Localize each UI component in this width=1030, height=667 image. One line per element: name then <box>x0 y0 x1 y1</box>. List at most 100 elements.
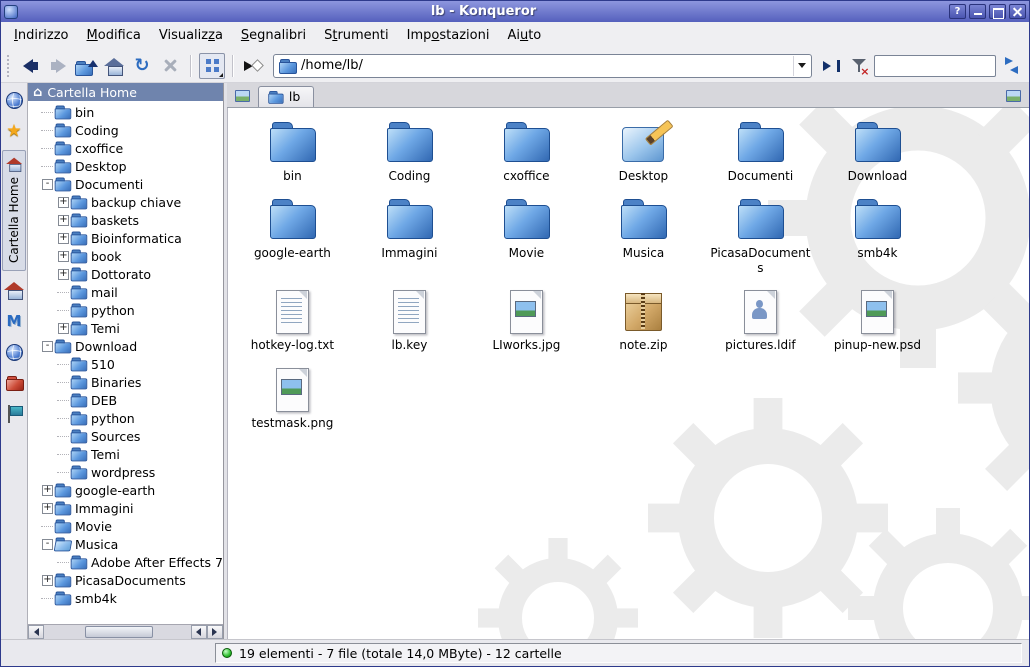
window-menu-icon[interactable] <box>4 5 18 19</box>
toolbar-handle[interactable] <box>7 55 11 77</box>
tree-expander[interactable] <box>57 412 70 424</box>
tree-item[interactable]: Bioinformatica <box>28 229 223 247</box>
file-item[interactable]: Coding <box>351 120 468 183</box>
file-item[interactable]: pictures.ldif <box>702 289 819 352</box>
tree-item[interactable]: baskets <box>28 211 223 229</box>
tree-expander[interactable] <box>41 592 54 604</box>
file-item[interactable]: LIworks.jpg <box>468 289 585 352</box>
tree-item[interactable]: Documenti <box>28 175 223 193</box>
forward-button[interactable] <box>45 53 71 79</box>
scroll-left-button[interactable] <box>28 625 44 639</box>
tree-item[interactable]: python <box>28 409 223 427</box>
tree-item[interactable]: Immagini <box>28 499 223 517</box>
menu-item[interactable]: Visualizza <box>150 24 232 47</box>
tree-item[interactable]: Coding <box>28 121 223 139</box>
tree-expander[interactable] <box>41 160 54 172</box>
up-button[interactable] <box>73 53 99 79</box>
tree-expander[interactable] <box>57 250 70 262</box>
location-bar[interactable] <box>273 54 812 78</box>
file-item[interactable]: pinup-new.psd <box>819 289 936 352</box>
scrollbar-thumb[interactable] <box>85 626 153 638</box>
sidebar-services-button[interactable] <box>2 402 26 426</box>
tree-item[interactable]: Musica <box>28 535 223 553</box>
tree-expander[interactable] <box>41 106 54 118</box>
file-item[interactable]: Documenti <box>702 120 819 183</box>
tree-item[interactable]: Dottorato <box>28 265 223 283</box>
sidebar-tab-home-folder[interactable]: Cartella Home <box>2 150 26 271</box>
file-item[interactable]: Immagini <box>351 197 468 275</box>
tree-item[interactable]: bin <box>28 103 223 121</box>
tree-item[interactable]: book <box>28 247 223 265</box>
tree-item[interactable]: backup chiave <box>28 193 223 211</box>
file-item[interactable]: testmask.png <box>234 367 351 430</box>
tree-expander[interactable] <box>57 196 70 208</box>
tree-expander[interactable] <box>57 304 70 316</box>
tree-root-item[interactable]: ⌂ Cartella Home <box>28 83 223 101</box>
tree-expander[interactable] <box>57 376 70 388</box>
tree-item[interactable]: cxoffice <box>28 139 223 157</box>
scrollbar-track[interactable] <box>44 625 191 639</box>
back-button[interactable] <box>17 53 43 79</box>
menu-item[interactable]: Aiuto <box>498 24 550 47</box>
tree-expander[interactable] <box>41 142 54 154</box>
sidebar-network-button[interactable] <box>2 340 26 364</box>
file-item[interactable]: hotkey-log.txt <box>234 289 351 352</box>
tree-item[interactable]: Temi <box>28 319 223 337</box>
tree-expander[interactable] <box>57 466 70 478</box>
tree-item[interactable]: Temi <box>28 445 223 463</box>
tree-item[interactable]: Download <box>28 337 223 355</box>
stop-button[interactable] <box>157 53 183 79</box>
tree-item[interactable]: Sources <box>28 427 223 445</box>
minimize-button[interactable] <box>969 4 986 19</box>
scroll-left-button[interactable] <box>191 625 207 639</box>
tree-expander[interactable] <box>41 502 54 514</box>
menu-item[interactable]: Segnalibri <box>232 24 315 47</box>
tree-item[interactable]: PicasaDocuments <box>28 571 223 589</box>
help-button[interactable]: ? <box>949 4 966 19</box>
file-item[interactable]: Download <box>819 120 936 183</box>
menu-item[interactable]: Impostazioni <box>398 24 499 47</box>
search-input[interactable] <box>874 55 996 77</box>
location-input[interactable] <box>301 56 788 76</box>
close-button[interactable] <box>1009 4 1026 19</box>
tree-expander[interactable] <box>57 268 70 280</box>
tree-expander[interactable] <box>57 430 70 442</box>
tree-expander[interactable] <box>41 574 54 586</box>
menu-item[interactable]: Modifica <box>78 24 150 47</box>
clear-filter-button[interactable]: × <box>846 53 872 79</box>
file-item[interactable]: Movie <box>468 197 585 275</box>
tree-item[interactable]: Desktop <box>28 157 223 175</box>
file-item[interactable]: Desktop <box>585 120 702 183</box>
file-item[interactable]: lb.key <box>351 289 468 352</box>
tree-item[interactable]: 510 <box>28 355 223 373</box>
file-item[interactable]: PicasaDocuments <box>702 197 819 275</box>
tree-expander[interactable] <box>57 556 70 568</box>
tree-expander[interactable] <box>57 394 70 406</box>
location-dropdown-button[interactable] <box>793 56 809 76</box>
tree-expander[interactable] <box>41 484 54 496</box>
tree-item[interactable]: Binaries <box>28 373 223 391</box>
sidebar-root-folder-button[interactable] <box>2 371 26 395</box>
tree-expander[interactable] <box>41 538 54 550</box>
go-button[interactable] <box>818 53 844 79</box>
tree-expander[interactable] <box>57 214 70 226</box>
clear-location-button[interactable] <box>241 53 267 79</box>
file-item[interactable]: Musica <box>585 197 702 275</box>
tree-expander[interactable] <box>57 448 70 460</box>
tree-expander[interactable] <box>57 322 70 334</box>
tree-item[interactable]: Movie <box>28 517 223 535</box>
icon-view[interactable]: bin Coding cxoffice <box>227 108 1029 639</box>
tree-expander[interactable] <box>41 520 54 532</box>
maximize-button[interactable] <box>989 4 1006 19</box>
sidebar-home-button[interactable] <box>2 278 26 302</box>
menu-item[interactable]: Strumenti <box>315 24 398 47</box>
tree-expander[interactable] <box>41 340 54 352</box>
tree-horizontal-scrollbar[interactable] <box>28 624 223 639</box>
tree-item[interactable]: DEB <box>28 391 223 409</box>
reload-button[interactable]: ↻ <box>129 53 155 79</box>
detach-tab-button[interactable] <box>1001 85 1026 106</box>
duplicate-tab-button[interactable] <box>230 85 255 106</box>
tree-item[interactable]: google-earth <box>28 481 223 499</box>
tree-item[interactable]: wordpress <box>28 463 223 481</box>
file-item[interactable]: cxoffice <box>468 120 585 183</box>
